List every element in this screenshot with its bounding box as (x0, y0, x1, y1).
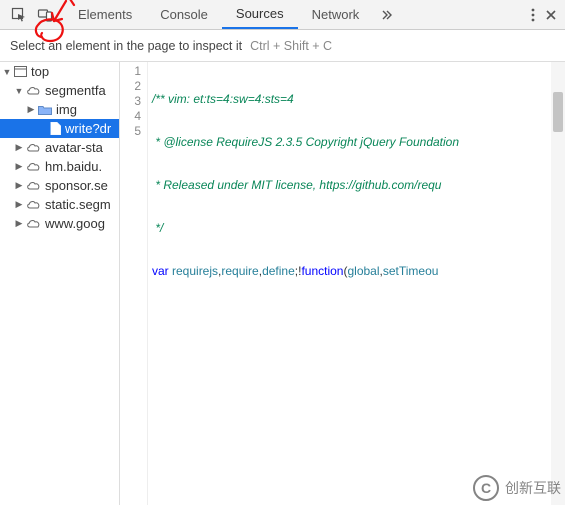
tooltip-shortcut: Ctrl + Shift + C (250, 39, 332, 53)
cloud-icon (26, 219, 41, 229)
toggle-device-toolbar-button[interactable] (32, 0, 58, 30)
code-editor[interactable]: /** vim: et:ts=4:sw=4:sts=4 * @license R… (148, 62, 565, 505)
code-text: * @license RequireJS 2.3.5 Copyright jQu… (152, 135, 459, 149)
code-text: require (221, 264, 258, 278)
folder-icon (38, 105, 52, 115)
code-text: global (347, 264, 379, 278)
tab-bar: Elements Console Sources Network (64, 0, 531, 29)
chevron-right-icon: ▶ (14, 161, 24, 172)
code-text: /** vim: et:ts=4:sw=4:sts=4 (152, 92, 294, 106)
line-number: 3 (120, 94, 141, 109)
code-gutter: 1 2 3 4 5 (120, 62, 148, 505)
line-number: 2 (120, 79, 141, 94)
scrollbar-thumb[interactable] (553, 92, 563, 132)
cloud-icon (26, 200, 41, 210)
code-text: * Released under MIT license, https://gi… (152, 178, 441, 192)
code-text: requirejs (169, 264, 218, 278)
chevron-down-icon: ▼ (2, 67, 12, 77)
vertical-scrollbar[interactable] (551, 62, 565, 505)
tab-sources[interactable]: Sources (222, 0, 298, 29)
tree-google[interactable]: ▶ www.goog (0, 214, 119, 233)
tree-avatar[interactable]: ▶ avatar-sta (0, 138, 119, 157)
main-area: ▼ top ▼ segmentfa ▶ img write?dr (0, 62, 565, 505)
watermark-logo: C (473, 475, 499, 501)
tab-console[interactable]: Console (146, 0, 222, 29)
chevron-right-icon: ▶ (14, 218, 24, 229)
cloud-icon (26, 162, 41, 172)
tree-sponsor[interactable]: ▶ sponsor.se (0, 176, 119, 195)
tree-label: avatar-sta (45, 140, 103, 155)
code-text: setTimeou (383, 264, 439, 278)
inspect-icon (11, 7, 27, 23)
toolbar-left (0, 0, 58, 29)
kebab-icon (531, 8, 535, 22)
toolbar-right (531, 0, 565, 29)
line-number: 1 (120, 64, 141, 79)
file-icon (50, 122, 61, 135)
chevron-down-icon: ▼ (14, 86, 24, 96)
watermark: C 创新互联 (473, 475, 561, 501)
tree-label: top (31, 64, 49, 79)
tree-label: hm.baidu. (45, 159, 102, 174)
tabs-overflow-button[interactable] (373, 0, 401, 29)
kebab-menu-button[interactable] (531, 8, 535, 22)
tree-label: www.goog (45, 216, 105, 231)
chevron-double-right-icon (381, 9, 393, 21)
device-icon (37, 7, 53, 23)
tab-network[interactable]: Network (298, 0, 374, 29)
tree-label: segmentfa (45, 83, 106, 98)
cloud-icon (26, 86, 41, 96)
close-icon (545, 9, 557, 21)
chevron-right-icon: ▶ (14, 180, 24, 191)
devtools-toolbar: Elements Console Sources Network (0, 0, 565, 30)
tree-label: img (56, 102, 77, 117)
code-text: */ (152, 221, 163, 235)
tree-top[interactable]: ▼ top (0, 62, 119, 81)
watermark-text: 创新互联 (505, 478, 561, 498)
tree-label: static.segm (45, 197, 111, 212)
tree-segmentfault[interactable]: ▼ segmentfa (0, 81, 119, 100)
tree-write-file[interactable]: write?dr (0, 119, 119, 138)
tree-hm-baidu[interactable]: ▶ hm.baidu. (0, 157, 119, 176)
tree-label: write?dr (65, 121, 111, 136)
chevron-right-icon: ▶ (14, 199, 24, 210)
tree-static[interactable]: ▶ static.segm (0, 195, 119, 214)
chevron-right-icon: ▶ (14, 142, 24, 153)
line-number: 5 (120, 124, 141, 139)
code-text: define (262, 264, 295, 278)
close-devtools-button[interactable] (545, 9, 557, 21)
tooltip-text: Select an element in the page to inspect… (10, 39, 242, 53)
sources-navigator: ▼ top ▼ segmentfa ▶ img write?dr (0, 62, 120, 505)
chevron-right-icon: ▶ (26, 104, 36, 115)
tree-label: sponsor.se (45, 178, 108, 193)
code-text: var (152, 264, 169, 278)
code-text: function (301, 264, 343, 278)
window-icon (14, 66, 27, 77)
cloud-icon (26, 143, 41, 153)
inspect-element-button[interactable] (6, 0, 32, 30)
tree-img-folder[interactable]: ▶ img (0, 100, 119, 119)
cloud-icon (26, 181, 41, 191)
inspect-tooltip: Select an element in the page to inspect… (0, 30, 565, 62)
line-number: 4 (120, 109, 141, 124)
tab-elements[interactable]: Elements (64, 0, 146, 29)
